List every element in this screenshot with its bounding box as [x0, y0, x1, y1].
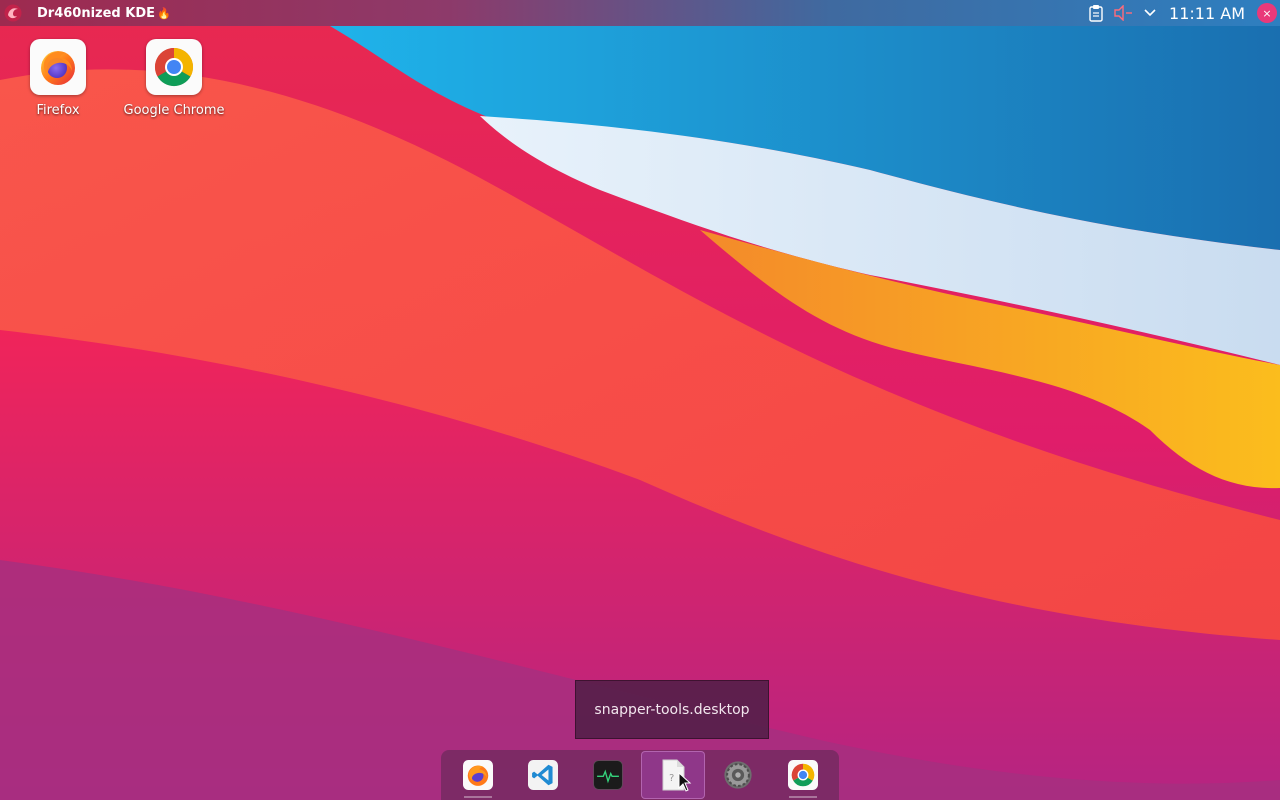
panel-title: Dr460nized KDE 🔥 [37, 5, 171, 21]
desktop-icon-firefox[interactable]: Firefox [3, 39, 113, 118]
desktop-icon-label: Firefox [36, 103, 80, 118]
clipboard-icon[interactable] [1083, 0, 1109, 26]
running-indicator [788, 796, 817, 798]
dock: ? [441, 750, 839, 800]
vscode-icon [527, 760, 558, 790]
tooltip-text: snapper-tools.desktop [594, 701, 750, 718]
firefox-icon [462, 760, 493, 790]
running-indicator [463, 796, 492, 798]
chrome-icon [787, 760, 818, 790]
dragon-launcher-icon[interactable] [0, 0, 26, 26]
system-tray: 11:11 AM × [1083, 0, 1280, 26]
dock-item-google-chrome[interactable] [771, 751, 835, 799]
dock-tooltip: snapper-tools.desktop [575, 680, 769, 739]
mouse-cursor-icon [678, 771, 692, 796]
dock-item-system-settings[interactable] [706, 751, 770, 799]
system-monitor-icon [592, 760, 623, 790]
svg-text:?: ? [669, 773, 674, 784]
desktop-icon-google-chrome[interactable]: Google Chrome [119, 39, 229, 118]
close-icon[interactable]: × [1257, 3, 1277, 23]
dock-item-system-monitor[interactable] [576, 751, 640, 799]
dock-item-snapper-tools[interactable]: ? [640, 751, 705, 799]
dock-item-firefox[interactable] [446, 751, 510, 799]
chevron-down-icon[interactable] [1137, 0, 1163, 26]
dock-item-vscode[interactable] [511, 751, 575, 799]
volume-muted-icon[interactable] [1109, 0, 1137, 26]
clock[interactable]: 11:11 AM [1169, 0, 1245, 26]
settings-icon [723, 761, 752, 789]
top-panel: Dr460nized KDE 🔥 11:11 AM × [0, 0, 1280, 26]
chrome-icon [146, 39, 202, 95]
firefox-icon [30, 39, 86, 95]
desktop-icon-label: Google Chrome [123, 103, 225, 118]
